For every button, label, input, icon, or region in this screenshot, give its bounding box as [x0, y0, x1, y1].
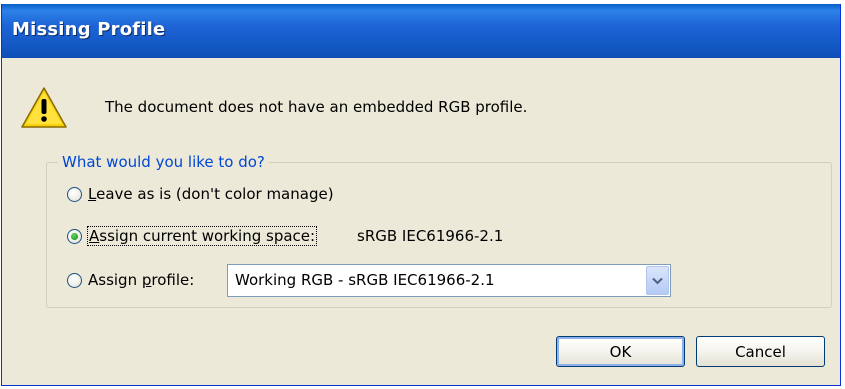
warning-icon — [21, 87, 67, 128]
message-text: The document does not have an embedded R… — [105, 98, 528, 116]
profile-select[interactable]: Working RGB - sRGB IEC61966-2.1 — [227, 264, 671, 297]
options-groupbox: What would you like to do? Leave as is (… — [46, 153, 832, 308]
radio-assign-working-space[interactable] — [67, 228, 82, 244]
mnemonic-p: p — [141, 271, 152, 289]
option-assign-working-space-label[interactable]: Assign current working space: — [86, 226, 318, 246]
label-rest: eave as is (don't color manage) — [96, 185, 334, 203]
dialog-title: Missing Profile — [12, 19, 166, 40]
label-post: rofile: — [151, 271, 195, 289]
mnemonic-l: L — [88, 185, 97, 203]
option-leave-as-is[interactable]: Leave as is (don't color manage) — [67, 185, 334, 203]
working-space-value: sRGB IEC61966-2.1 — [357, 227, 504, 245]
title-bar[interactable]: Missing Profile — [2, 4, 840, 58]
cancel-button[interactable]: Cancel — [696, 336, 825, 367]
option-assign-working-space[interactable]: Assign current working space: — [67, 226, 318, 246]
radio-assign-profile[interactable] — [67, 272, 82, 288]
label-rest: ssign current working space: — [99, 227, 316, 245]
group-label: What would you like to do? — [58, 153, 269, 171]
chevron-down-icon — [652, 277, 663, 284]
option-assign-profile[interactable]: Assign profile: — [67, 271, 194, 289]
missing-profile-dialog: Missing Profile The document does not ha… — [1, 4, 841, 386]
dropdown-button[interactable] — [646, 266, 669, 295]
ok-button[interactable]: OK — [556, 336, 685, 367]
option-leave-as-is-label[interactable]: Leave as is (don't color manage) — [88, 185, 334, 203]
profile-select-value: Working RGB - sRGB IEC61966-2.1 — [235, 271, 495, 289]
label-pre: Assign — [88, 271, 142, 289]
option-assign-profile-label[interactable]: Assign profile: — [88, 271, 194, 289]
dialog-body: The document does not have an embedded R… — [2, 58, 840, 385]
mnemonic-a: A — [89, 227, 100, 245]
radio-leave-as-is[interactable] — [67, 186, 82, 202]
